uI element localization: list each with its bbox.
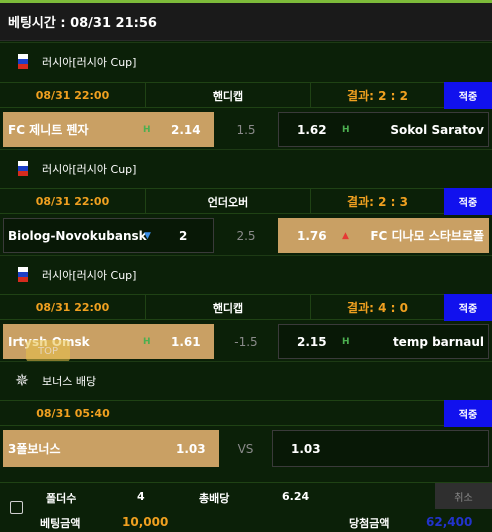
league-name: 러시아[러시아 Cup] — [42, 55, 137, 69]
over-arrow-icon: ▲ — [342, 230, 349, 241]
status-badge: 적중 — [444, 82, 492, 109]
handicap-icon: H — [143, 124, 151, 135]
russia-flag-icon — [18, 53, 28, 70]
game-info-row: 08/31 22:00 핸디캡 결과: 4 : 0 적중 — [0, 294, 492, 321]
bet-slip-footer: 폴더수 4 총배당 6.24 취소 베팅금액 10,000 당첨금액 62,40… — [0, 482, 492, 532]
status-badge: 적중 — [444, 294, 492, 321]
game-result: 결과: 2 : 2 — [347, 89, 408, 103]
status-badge: 적중 — [444, 400, 492, 427]
home-team-name: Biolog-Novokubansk — [8, 228, 147, 243]
bet-amount-value: 10,000 — [122, 515, 169, 529]
folder-count-label: 폴더수 — [46, 492, 77, 505]
league-row: 러시아[러시아 Cup] — [0, 149, 492, 187]
game-info-row: 08/31 22:00 언더오버 결과: 2 : 3 적중 — [0, 188, 492, 215]
home-odds: 1.61 — [171, 334, 201, 349]
handicap-icon: H — [143, 336, 151, 347]
bonus-league-name: 보너스 배당 — [42, 374, 97, 388]
handicap-icon: H — [342, 124, 350, 135]
game-time: 08/31 22:00 — [0, 295, 146, 320]
home-bet-button[interactable]: FC 제니트 펜자 H 2.14 — [3, 112, 214, 147]
bet-type: 핸디캡 — [146, 295, 311, 320]
away-bet-button[interactable]: 1.76 ▲ FC 디나모 스타브로폴 — [278, 218, 489, 253]
away-bet-button[interactable]: 2.15 H temp barnaul — [278, 324, 489, 359]
win-amount-value: 62,400 — [426, 515, 473, 529]
game-time: 08/31 22:00 — [0, 189, 146, 214]
select-checkbox[interactable] — [10, 501, 23, 514]
bonus-info-row: 08/31 05:40 적중 — [0, 400, 492, 427]
handicap-icon: H — [342, 336, 350, 347]
total-odds-label: 총배당 — [199, 492, 230, 505]
bet-type: 언더오버 — [146, 189, 311, 214]
away-odds: 1.76 — [297, 228, 327, 243]
league-name: 러시아[러시아 Cup] — [42, 162, 137, 176]
away-odds: 2.15 — [297, 334, 327, 349]
sparkle-icon: ✵ — [14, 370, 30, 391]
bet-time-header: 베팅시간 : 08/31 21:56 — [0, 3, 492, 41]
vs-label: VS — [237, 442, 254, 456]
bonus-home-button[interactable]: 3폴보너스 1.03 — [3, 430, 219, 467]
league-name: 러시아[러시아 Cup] — [42, 268, 137, 282]
bonus-time: 08/31 05:40 — [36, 407, 110, 420]
scroll-top-button[interactable]: TOP — [26, 340, 70, 362]
game-info-row: 08/31 22:00 핸디캡 결과: 2 : 2 적중 — [0, 82, 492, 109]
folder-count-value: 4 — [137, 490, 145, 503]
league-row: 러시아[러시아 Cup] — [0, 42, 492, 80]
total-odds-value: 6.24 — [282, 490, 310, 503]
away-bet-button[interactable]: 1.62 H Sokol Saratov — [278, 112, 489, 147]
win-amount-label: 당첨금액 — [349, 517, 390, 530]
handicap-line: 1.5 — [236, 123, 256, 137]
away-team-name: temp barnaul — [392, 334, 484, 349]
bonus-name: 3폴보너스 — [8, 442, 61, 456]
under-arrow-icon: ▼ — [144, 230, 151, 241]
bet-amount-label: 베팅금액 — [40, 517, 81, 530]
bonus-home-odds: 1.03 — [176, 441, 206, 456]
bet-row: Biolog-Novokubansk ▼ 2 2.5 1.76 ▲ FC 디나모… — [0, 217, 492, 255]
away-team-name: FC 디나모 스타브로폴 — [370, 229, 484, 243]
game-time: 08/31 22:00 — [0, 83, 146, 108]
league-row: 러시아[러시아 Cup] — [0, 255, 492, 293]
bonus-league-row: ✵ 보너스 배당 — [0, 361, 492, 399]
cancel-button[interactable]: 취소 — [435, 483, 492, 509]
russia-flag-icon — [18, 266, 28, 283]
away-team-name: Sokol Saratov — [390, 122, 484, 137]
bonus-bet-row: 3폴보너스 1.03 VS 1.03 — [0, 429, 492, 469]
bet-row: Irtysh Omsk H 1.61 -1.5 2.15 H temp barn… — [0, 323, 492, 361]
away-odds: 1.62 — [297, 122, 327, 137]
game-result: 결과: 4 : 0 — [347, 301, 408, 315]
game-result: 결과: 2 : 3 — [347, 195, 408, 209]
home-team-name: FC 제니트 펜자 — [8, 123, 89, 137]
home-bet-button[interactable]: Biolog-Novokubansk ▼ 2 — [3, 218, 214, 253]
bonus-away-odds: 1.03 — [291, 441, 321, 456]
russia-flag-icon — [18, 160, 28, 177]
bet-time-text: 베팅시간 : 08/31 21:56 — [8, 16, 157, 31]
bonus-away-button[interactable]: 1.03 — [272, 430, 489, 467]
total-line: 2.5 — [236, 229, 256, 243]
home-odds: 2.14 — [171, 122, 201, 137]
status-badge: 적중 — [444, 188, 492, 215]
bet-row: FC 제니트 펜자 H 2.14 1.5 1.62 H Sokol Sarato… — [0, 111, 492, 149]
bet-type: 핸디캡 — [146, 83, 311, 108]
handicap-line: -1.5 — [234, 335, 258, 349]
home-odds: 2 — [179, 228, 188, 243]
